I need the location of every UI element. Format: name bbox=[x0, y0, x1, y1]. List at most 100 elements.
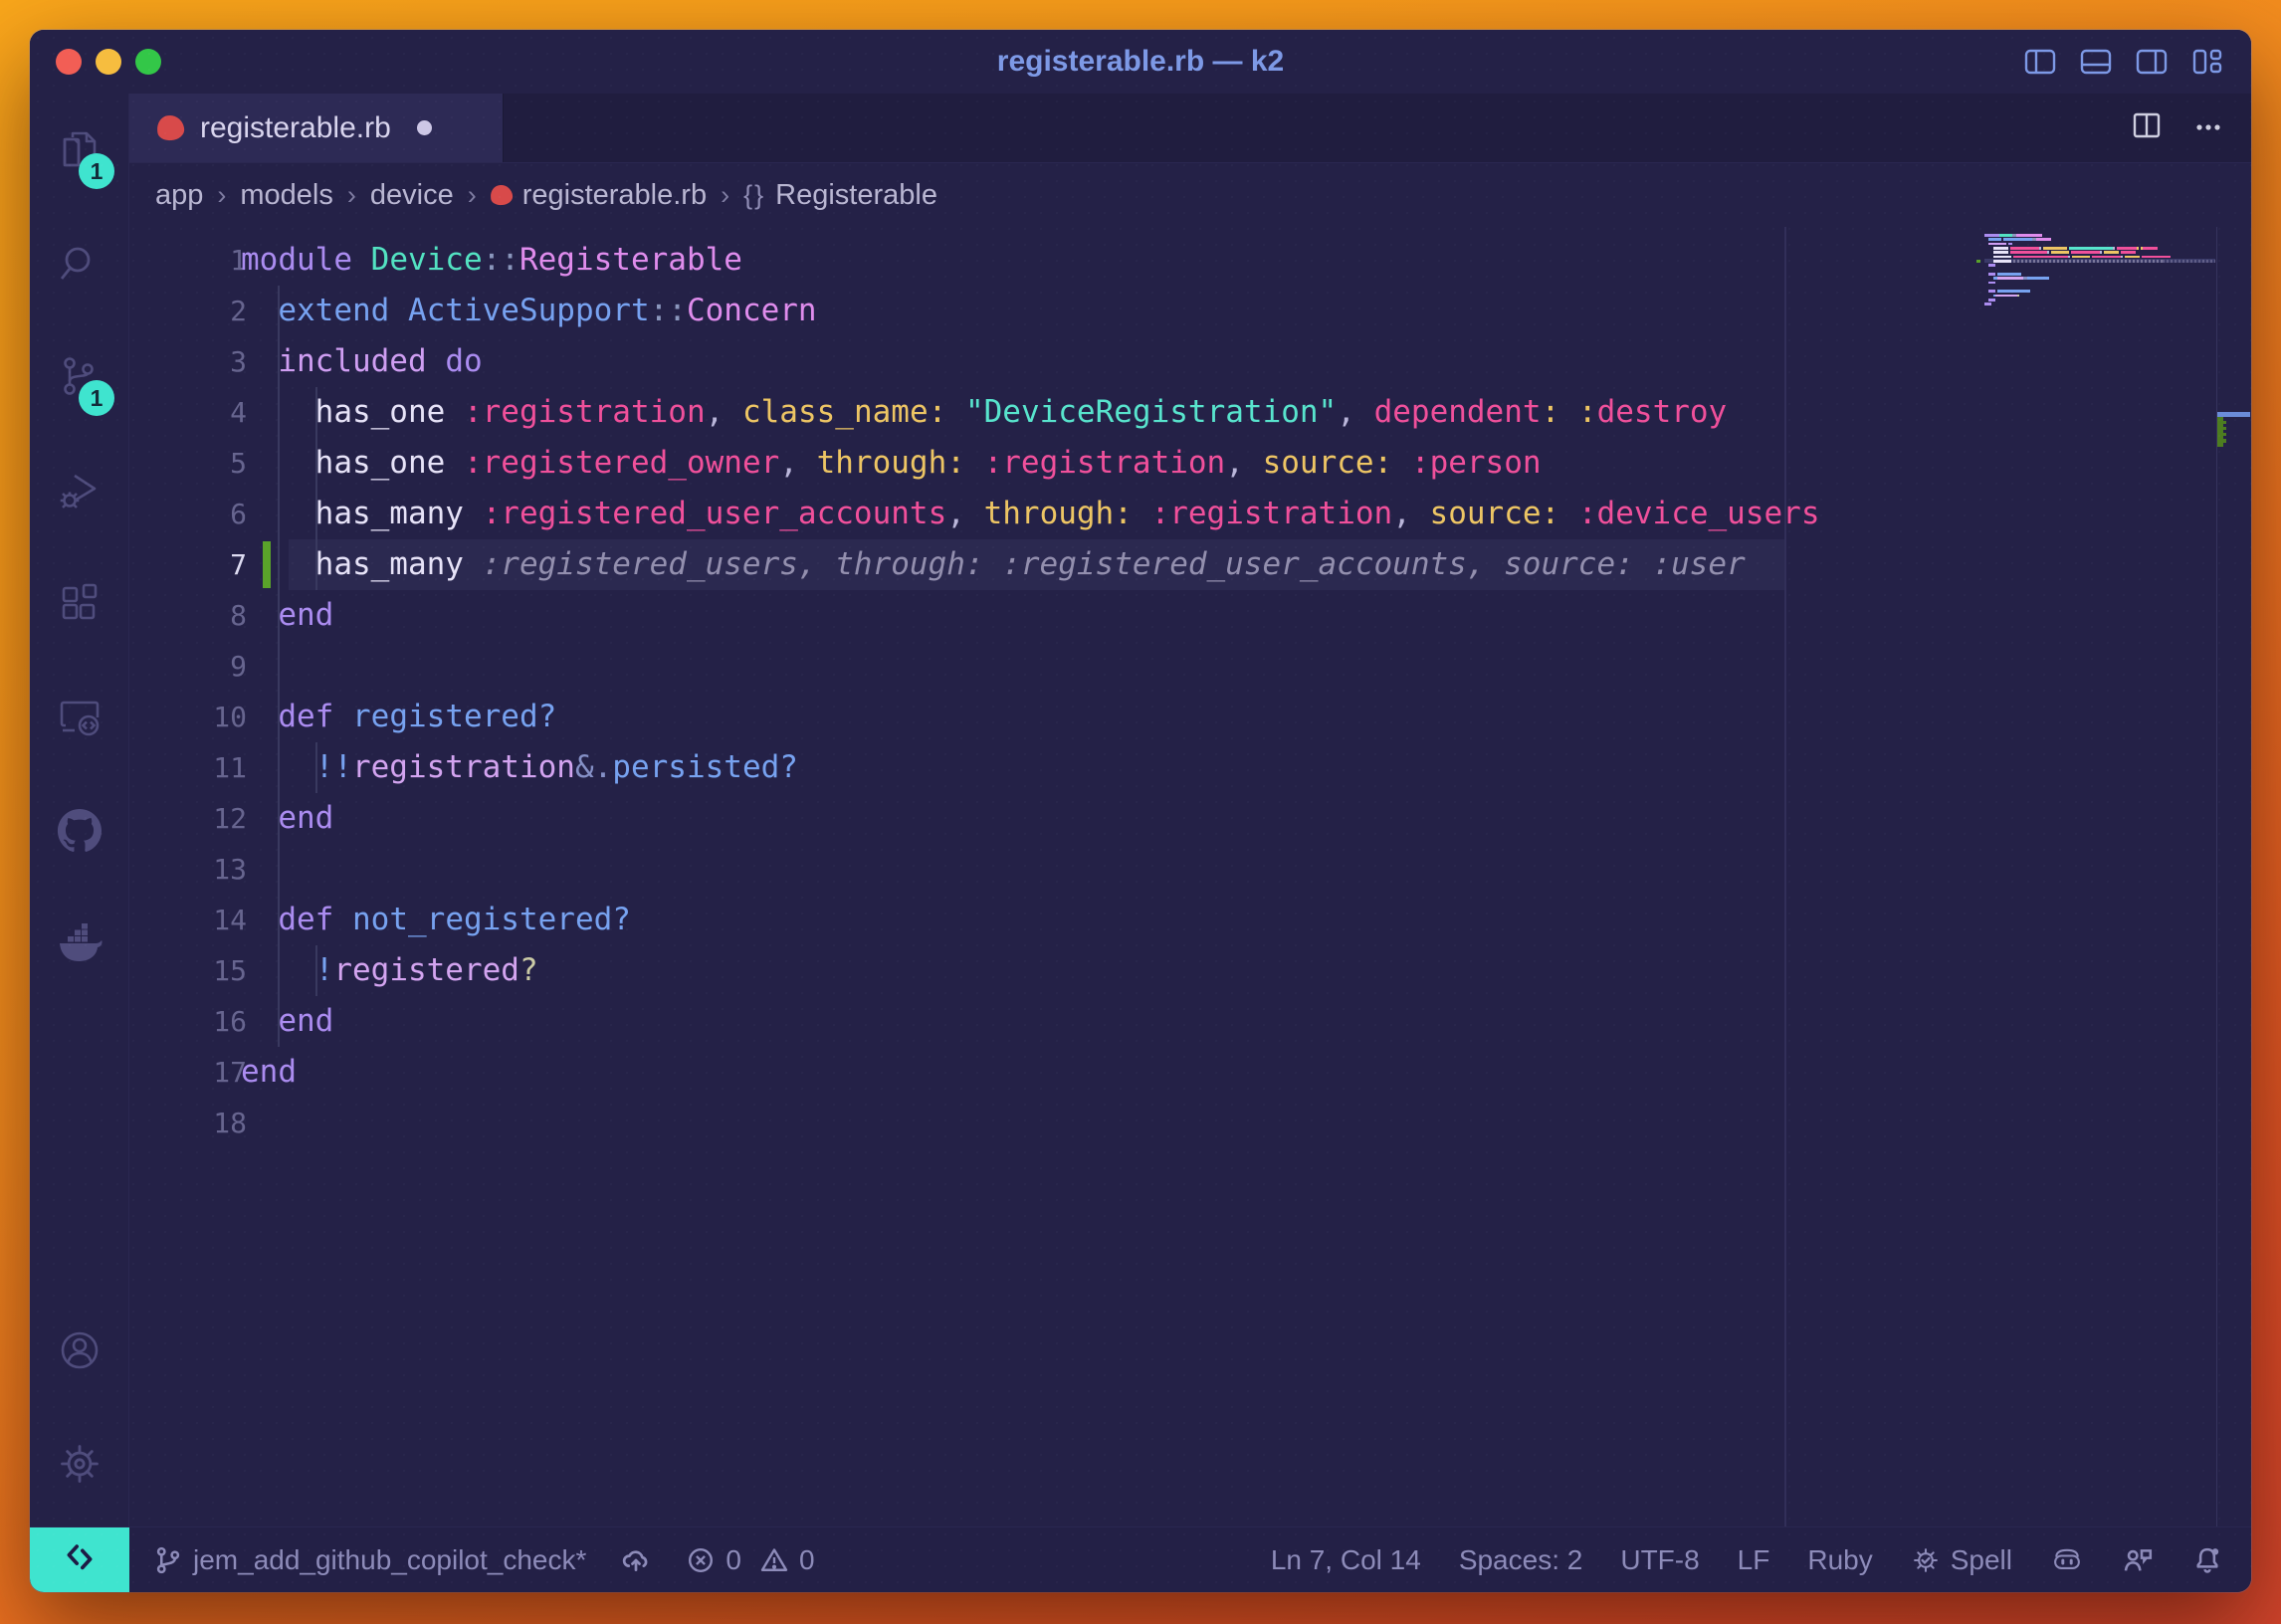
line-number[interactable]: 5 bbox=[129, 438, 247, 489]
code-text: has_one :registration, class_name: "Devi… bbox=[241, 387, 1727, 438]
code-editor[interactable]: 1module Device::Registerable2 extend Act… bbox=[129, 227, 2251, 1526]
activity-github[interactable] bbox=[30, 774, 128, 888]
errors-count: 0 bbox=[726, 1544, 741, 1576]
code-line-4[interactable]: 4 has_one :registration, class_name: "De… bbox=[129, 387, 2251, 438]
line-number[interactable]: 16 bbox=[129, 996, 247, 1047]
breadcrumb-item-registerable-rb[interactable]: registerable.rb bbox=[491, 179, 707, 212]
minimap[interactable] bbox=[1984, 233, 2215, 310]
debug-icon bbox=[57, 468, 103, 513]
code-text: has_one :registered_owner, through: :reg… bbox=[241, 438, 1542, 489]
code-line-14[interactable]: 14 def not_registered? bbox=[129, 895, 2251, 945]
layout-sidebar-left-icon[interactable] bbox=[2022, 44, 2058, 80]
code-text: included do bbox=[241, 336, 483, 387]
breadcrumb-item-models[interactable]: models bbox=[240, 179, 333, 212]
code-line-13[interactable]: 13 bbox=[129, 844, 2251, 895]
title-bar: registerable.rb — k2 bbox=[30, 30, 2251, 94]
tab-registerable-rb[interactable]: registerable.rb bbox=[129, 94, 504, 162]
line-number[interactable]: 12 bbox=[129, 793, 247, 844]
line-number[interactable]: 17 bbox=[129, 1047, 247, 1098]
code-line-16[interactable]: 16 end bbox=[129, 996, 2251, 1047]
split-editor-icon[interactable] bbox=[2130, 108, 2164, 147]
problems-status[interactable]: 0 0 bbox=[686, 1544, 814, 1576]
line-number[interactable]: 18 bbox=[129, 1098, 247, 1148]
activity-settings[interactable] bbox=[30, 1407, 128, 1521]
code-text: def not_registered? bbox=[241, 895, 631, 945]
warnings-icon bbox=[759, 1545, 789, 1575]
code-line-15[interactable]: 15 !registered? bbox=[129, 945, 2251, 996]
activity-source-control[interactable]: 1 bbox=[30, 320, 128, 434]
line-number[interactable]: 9 bbox=[129, 641, 247, 692]
code-line-12[interactable]: 12 end bbox=[129, 793, 2251, 844]
notifications-bell[interactable] bbox=[2191, 1544, 2223, 1576]
close-window-button[interactable] bbox=[56, 49, 82, 75]
line-number[interactable]: 7 bbox=[129, 539, 247, 590]
breadcrumb-separator: › bbox=[345, 180, 358, 211]
minimap-modified-mark bbox=[1976, 260, 1980, 263]
activity-search[interactable] bbox=[30, 207, 128, 320]
line-number[interactable]: 1 bbox=[129, 235, 247, 286]
activity-account[interactable] bbox=[30, 1294, 128, 1407]
spell-checker-status[interactable]: Spell bbox=[1911, 1544, 2012, 1576]
line-number[interactable]: 15 bbox=[129, 945, 247, 996]
line-number[interactable]: 8 bbox=[129, 590, 247, 641]
remote-explorer-icon bbox=[57, 695, 103, 740]
layout-customize-icon[interactable] bbox=[2189, 44, 2225, 80]
git-branch-status[interactable]: jem_add_github_copilot_check* bbox=[153, 1544, 586, 1576]
language-mode-status[interactable]: Ruby bbox=[1807, 1544, 1872, 1576]
line-number[interactable]: 14 bbox=[129, 895, 247, 945]
docker-icon bbox=[56, 920, 104, 968]
code-line-7[interactable]: 7 has_many :registered_users, through: :… bbox=[129, 539, 2251, 590]
line-number[interactable]: 4 bbox=[129, 387, 247, 438]
code-line-1[interactable]: 1module Device::Registerable bbox=[129, 235, 2251, 286]
remote-indicator[interactable] bbox=[30, 1527, 129, 1593]
gear-icon bbox=[56, 1440, 104, 1488]
indentation-status[interactable]: Spaces: 2 bbox=[1459, 1544, 1583, 1576]
publish-changes-button[interactable] bbox=[620, 1544, 652, 1576]
cursor-position-status[interactable]: Ln 7, Col 14 bbox=[1271, 1544, 1421, 1576]
breadcrumb-separator: › bbox=[215, 180, 228, 211]
minimize-window-button[interactable] bbox=[96, 49, 121, 75]
code-line-2[interactable]: 2 extend ActiveSupport::Concern bbox=[129, 286, 2251, 336]
activity-run-debug[interactable] bbox=[30, 434, 128, 547]
code-line-10[interactable]: 10 def registered? bbox=[129, 692, 2251, 742]
code-line-5[interactable]: 5 has_one :registered_owner, through: :r… bbox=[129, 438, 2251, 489]
code-line-8[interactable]: 8 end bbox=[129, 590, 2251, 641]
activity-remote-explorer[interactable] bbox=[30, 661, 128, 774]
copilot-status[interactable] bbox=[2050, 1543, 2084, 1577]
minimap-line bbox=[1984, 306, 2215, 310]
line-number[interactable]: 11 bbox=[129, 742, 247, 793]
code-line-3[interactable]: 3 included do bbox=[129, 336, 2251, 387]
line-number[interactable]: 3 bbox=[129, 336, 247, 387]
ruby-file-icon bbox=[156, 114, 185, 141]
remote-icon bbox=[63, 1539, 97, 1580]
activity-explorer[interactable]: 1 bbox=[30, 94, 128, 207]
layout-sidebar-right-icon[interactable] bbox=[2134, 44, 2170, 80]
layout-panel-icon[interactable] bbox=[2078, 44, 2114, 80]
code-text: extend ActiveSupport::Concern bbox=[241, 286, 817, 336]
feedback-status[interactable] bbox=[2122, 1544, 2154, 1576]
code-text: has_many :registered_user_accounts, thro… bbox=[241, 489, 1820, 539]
line-number[interactable]: 6 bbox=[129, 489, 247, 539]
tab-label: registerable.rb bbox=[200, 111, 391, 145]
encoding-status[interactable]: UTF-8 bbox=[1620, 1544, 1699, 1576]
breadcrumb-item-device[interactable]: device bbox=[370, 179, 454, 212]
desktop-background: registerable.rb — k2 1 bbox=[0, 0, 2281, 1624]
zoom-window-button[interactable] bbox=[135, 49, 161, 75]
breadcrumb-separator: › bbox=[719, 180, 731, 211]
code-line-18[interactable]: 18 bbox=[129, 1098, 2251, 1148]
line-number[interactable]: 13 bbox=[129, 844, 247, 895]
more-actions-icon[interactable] bbox=[2191, 108, 2225, 147]
code-text: end bbox=[241, 590, 333, 641]
eol-status[interactable]: LF bbox=[1738, 1544, 1770, 1576]
code-text: has_many :registered_users, through: :re… bbox=[241, 539, 1746, 590]
code-line-6[interactable]: 6 has_many :registered_user_accounts, th… bbox=[129, 489, 2251, 539]
breadcrumb-item-app[interactable]: app bbox=[155, 179, 203, 212]
activity-docker[interactable] bbox=[30, 888, 128, 1001]
code-line-9[interactable]: 9 bbox=[129, 641, 2251, 692]
code-line-17[interactable]: 17end bbox=[129, 1047, 2251, 1098]
code-line-11[interactable]: 11 !!registration&.persisted? bbox=[129, 742, 2251, 793]
line-number[interactable]: 2 bbox=[129, 286, 247, 336]
activity-extensions[interactable] bbox=[30, 547, 128, 661]
breadcrumb-item-registerable[interactable]: {}Registerable bbox=[743, 179, 937, 212]
line-number[interactable]: 10 bbox=[129, 692, 247, 742]
